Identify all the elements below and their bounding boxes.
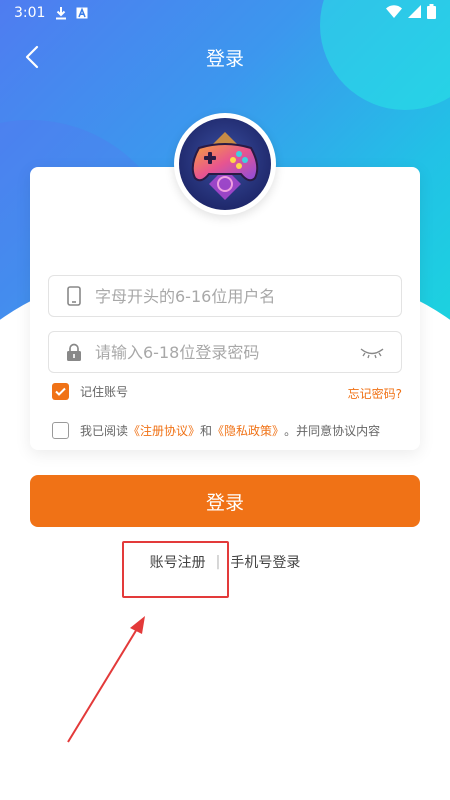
nav-bar: 登录 [0, 30, 450, 84]
signal-icon [408, 4, 421, 22]
phone-icon [63, 285, 85, 307]
remember-label: 记住账号 [80, 385, 129, 399]
status-time: 3:01 [14, 5, 46, 21]
avatar [174, 113, 276, 215]
annotation-arrow-icon [67, 616, 145, 743]
eye-closed-icon[interactable] [359, 345, 385, 359]
chevron-left-icon [25, 45, 39, 69]
privacy-link[interactable]: 《隐私政策》 [212, 422, 284, 439]
battery-icon [427, 3, 436, 23]
login-button[interactable]: 登录 [30, 475, 420, 527]
remember-checkbox[interactable] [52, 383, 69, 400]
back-button[interactable] [18, 42, 48, 72]
annotation-highlight-box [122, 541, 229, 598]
status-bar: 3:01 [0, 0, 450, 26]
download-icon [55, 6, 67, 20]
agreement-checkbox[interactable] [52, 422, 69, 439]
phone-login-link[interactable]: 手机号登录 [230, 552, 300, 572]
password-field [48, 331, 402, 373]
lock-icon [63, 341, 85, 363]
forgot-password-link[interactable]: 忘记密码? [348, 385, 402, 402]
agreement-row: 我已阅读 《注册协议》 和 《隐私政策》 。并同意协议内容 [52, 422, 380, 439]
terms-link[interactable]: 《注册协议》 [128, 422, 200, 439]
username-input[interactable] [95, 286, 401, 306]
agreement-prefix: 我已阅读 [80, 424, 129, 438]
agreement-and: 和 [200, 424, 213, 438]
username-field [48, 275, 402, 317]
agreement-suffix: 。并同意协议内容 [284, 424, 381, 438]
password-input[interactable] [95, 342, 359, 362]
font-icon [76, 7, 88, 19]
remember-row: 记住账号 [52, 383, 128, 400]
page-title: 登录 [205, 47, 244, 70]
wifi-icon [386, 4, 402, 22]
gamepad-icon [179, 118, 271, 210]
